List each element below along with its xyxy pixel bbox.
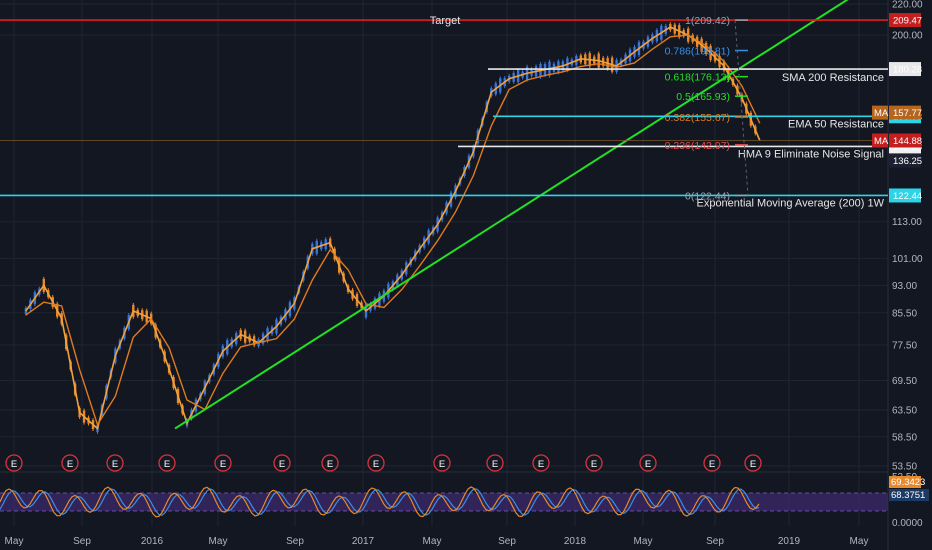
x-tick-label: May [209, 536, 228, 547]
oscillator-value-text-2: 69.3423 [891, 477, 925, 488]
earnings-marker-label: E [709, 459, 715, 470]
y-tick-label: 63.50 [892, 406, 917, 417]
fib-level-label: 0(122.44) [685, 190, 730, 202]
x-tick-label: 2017 [352, 536, 375, 547]
chart-root: Target SMA 200 Resistance EMA 50 Resistanc… [0, 0, 932, 550]
x-tick-label: 2019 [778, 536, 801, 547]
level-axis-tag-text: 180.28 [893, 65, 922, 76]
y-tick-label: 200.00 [892, 31, 923, 42]
earnings-marker-label: E [591, 459, 597, 470]
y-tick-label: 53.50 [892, 462, 917, 473]
level-label: Target [430, 15, 461, 27]
x-tick-label: May [5, 536, 24, 547]
fib-level-label: 0.236(142.97) [665, 140, 730, 152]
trendline [174, 0, 849, 430]
main-plot [24, 0, 849, 435]
price-axis[interactable]: 220.00 200.00 113.00 101.00 93.00 85.50 77.50 6… [892, 0, 923, 529]
x-tick-label: May [634, 536, 653, 547]
fib-level-label: 0.786(190.81) [665, 46, 730, 58]
fib-level-label: 1(209.42) [685, 15, 730, 27]
ma-marker-text: MA [874, 136, 889, 147]
earnings-marker-label: E [164, 459, 170, 470]
oscillator-value-text: 68.3751 [891, 490, 925, 501]
axis-price-tag-text: 144.88 [893, 136, 922, 147]
x-tick-label: Sep [706, 536, 724, 547]
x-tick-label: Sep [498, 536, 516, 547]
level-axis-tag-text: 122.44 [893, 191, 922, 202]
oscillator-tick-bottom: 0.0000 [892, 518, 923, 529]
level-label: SMA 200 Resistance [782, 72, 884, 84]
x-tick-label: May [423, 536, 442, 547]
x-tick-label: 2016 [141, 536, 164, 547]
earnings-marker-label: E [67, 459, 73, 470]
y-tick-label: 93.00 [892, 281, 917, 292]
earnings-marker-label: E [373, 459, 379, 470]
chart-svg: Target SMA 200 Resistance EMA 50 Resistanc… [0, 0, 929, 550]
oscillator-pane [0, 486, 888, 518]
level-axis-tag-text: 209.47 [893, 16, 922, 27]
y-tick-label: 220.00 [892, 0, 923, 11]
earnings-layer: EEEEEEEEEEEEEEE [5, 454, 762, 472]
fib-level-label: 0.382(155.67) [665, 112, 730, 124]
fib-level-label: 0.5(165.93) [676, 91, 730, 103]
y-tick-label: 113.00 [892, 217, 922, 228]
earnings-marker-label: E [645, 459, 651, 470]
earnings-marker-label: E [220, 459, 226, 470]
x-tick-label: 2018 [564, 536, 587, 547]
earnings-marker-label: E [439, 459, 445, 470]
time-axis[interactable]: May Sep 2016 May Sep 2017 May Sep 2018 May Sep 2019… [5, 536, 869, 547]
ma-marker-text: MA [874, 108, 889, 119]
price-ma-slow-line [25, 34, 761, 427]
y-tick-label: 69.50 [892, 376, 917, 387]
y-tick-label: 58.50 [892, 432, 917, 443]
fib-level-label: 0.618(176.13) [665, 72, 730, 84]
earnings-marker-label: E [279, 459, 285, 470]
earnings-marker-label: E [112, 459, 118, 470]
y-tick-label: 101.00 [892, 254, 923, 265]
x-tick-label: May [850, 536, 869, 547]
x-tick-label: Sep [73, 536, 91, 547]
y-tick-label: 85.50 [892, 308, 917, 319]
earnings-marker-label: E [11, 459, 17, 470]
y-tick-label: 77.50 [892, 340, 917, 351]
price-ma-fast-line [25, 26, 761, 431]
level-label: HMA 9 Eliminate Noise Signal [738, 148, 884, 160]
earnings-marker-label: E [538, 459, 544, 470]
axis-price-tag-text: 157.77 [893, 108, 922, 119]
earnings-marker-label: E [327, 459, 333, 470]
level-label: EMA 50 Resistance [788, 118, 884, 130]
x-tick-label: Sep [286, 536, 304, 547]
earnings-marker-label: E [492, 459, 498, 470]
axis-price-tag-text: 136.25 [893, 156, 922, 167]
earnings-marker-label: E [750, 459, 756, 470]
